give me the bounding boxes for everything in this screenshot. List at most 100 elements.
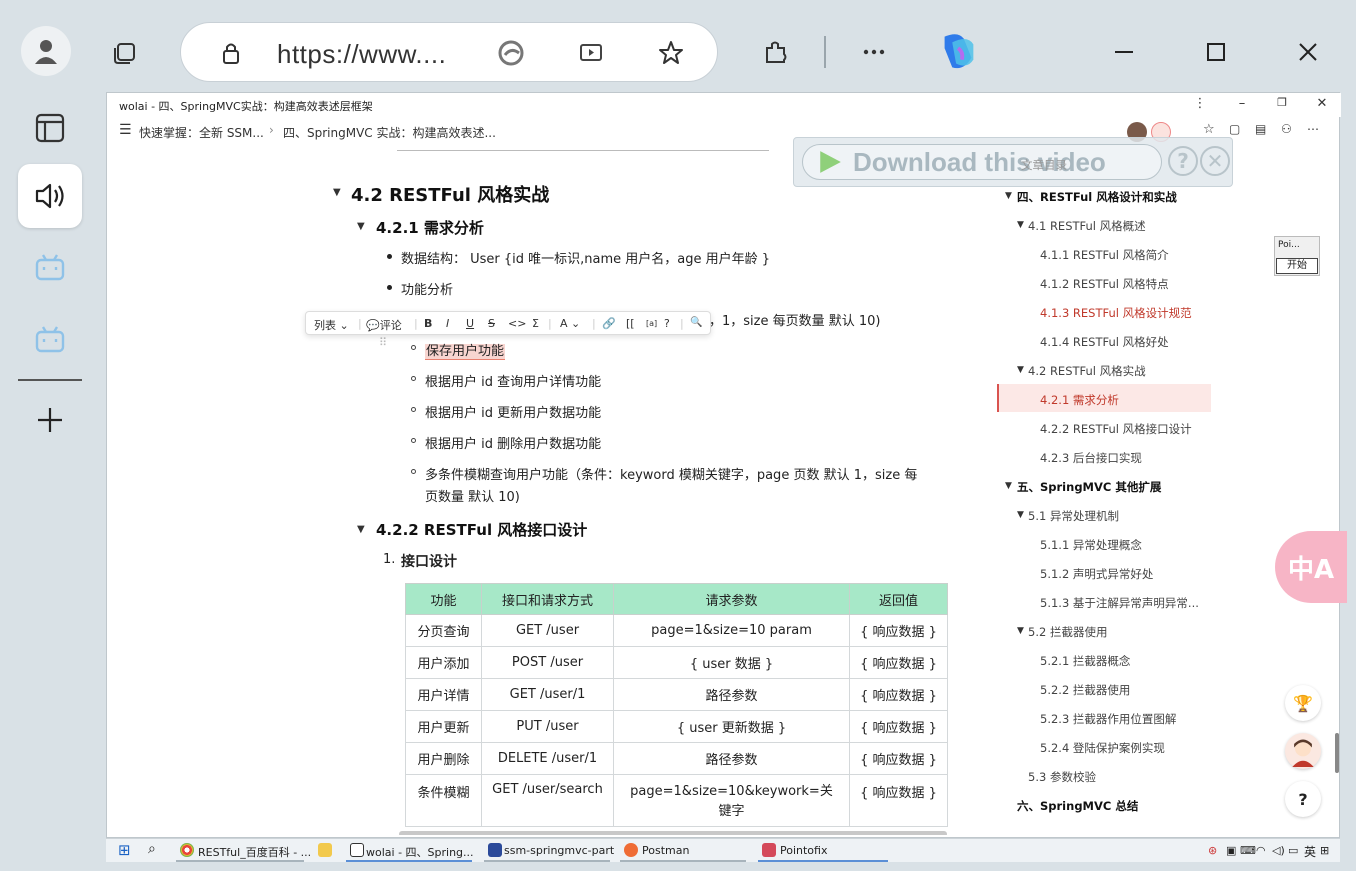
outline-item[interactable]: 5.2.2 拦截器使用 — [1040, 682, 1130, 698]
url-text[interactable]: https://www.... — [277, 39, 446, 70]
reference-button[interactable]: [[ — [626, 317, 635, 330]
outline-item[interactable]: 4.2.1 需求分析 — [1040, 392, 1119, 408]
outline-item[interactable]: 5.1.1 异常处理概念 — [1040, 537, 1142, 553]
table-cell[interactable]: GET /user — [481, 614, 614, 647]
collapse-caret-icon[interactable]: ▼ — [1005, 191, 1012, 201]
drag-handle-icon[interactable]: ⠿ — [379, 336, 387, 349]
outline-item[interactable]: 4.2 RESTFul 风格实战 — [1028, 363, 1146, 379]
font-color-button[interactable]: A ⌄ — [560, 317, 580, 330]
collapse-caret-icon[interactable]: ▼ — [1017, 510, 1024, 520]
copilot-icon[interactable] — [934, 28, 982, 76]
outline-item[interactable]: 4.1.3 RESTFul 风格设计规范 — [1040, 305, 1192, 321]
taskbar-item[interactable]: ssm-springmvc-part — [504, 844, 614, 857]
tray-screen-icon[interactable]: ▣ — [1226, 844, 1236, 857]
collapse-caret-icon[interactable]: ▼ — [1005, 481, 1012, 491]
taskbar-item[interactable]: RESTful_百度百科 - ... — [198, 844, 311, 860]
more-icon[interactable]: ⋯ — [1307, 122, 1319, 136]
tray-app-icon[interactable]: ⊛ — [1208, 844, 1217, 857]
taskbar-item[interactable]: Pointofix — [780, 844, 827, 857]
table-cell[interactable]: 路径参数 — [613, 678, 850, 711]
edge-icon[interactable] — [493, 35, 529, 71]
star-icon[interactable]: ☆ — [1203, 122, 1215, 137]
video-assistant-icon[interactable] — [573, 35, 609, 71]
input-language[interactable]: 英 — [1304, 843, 1316, 860]
table-cell[interactable]: 条件模糊 — [405, 774, 482, 827]
menu-icon[interactable]: ☰ — [119, 122, 132, 138]
outline-item[interactable]: 4.1 RESTFul 风格概述 — [1028, 218, 1146, 234]
outline-item[interactable]: 5.1.2 声明式异常好处 — [1040, 566, 1153, 582]
search-icon[interactable]: ⌕ — [148, 841, 156, 857]
table-cell[interactable]: GET /user/1 — [481, 678, 614, 711]
formula-button[interactable]: Σ — [532, 317, 539, 330]
italic-button[interactable]: I — [446, 317, 449, 330]
table-cell[interactable]: 用户删除 — [405, 742, 482, 775]
more-icon[interactable] — [856, 34, 892, 70]
translate-button[interactable]: 中A — [1275, 531, 1347, 603]
help-icon[interactable]: ? — [1168, 146, 1198, 176]
inner-minimize-icon[interactable]: – — [1233, 96, 1251, 111]
table-cell[interactable]: { 响应数据 } — [849, 742, 948, 775]
collapse-caret-icon[interactable]: ▼ — [1017, 626, 1024, 636]
table-cell[interactable]: 分页查询 — [405, 614, 482, 647]
collapse-caret-icon[interactable]: ▼ — [357, 221, 365, 232]
speaker-icon[interactable] — [18, 164, 82, 228]
comment-button[interactable]: 💬评论 — [366, 317, 402, 333]
help-icon[interactable]: ? — [664, 317, 670, 330]
table-cell[interactable]: page=1&size=10 param — [613, 614, 850, 647]
inner-more-icon[interactable]: ⋮ — [1191, 96, 1209, 111]
code-button[interactable]: <> — [508, 317, 526, 330]
profile-avatar[interactable] — [21, 26, 71, 76]
highlighted-text[interactable]: 保存用户功能 — [425, 344, 506, 360]
outline-item[interactable]: 5.1.3 基于注解异常声明异常... — [1040, 595, 1199, 611]
search-icon[interactable]: 🔍 — [690, 317, 702, 328]
outline-item[interactable]: 5.2 拦截器使用 — [1028, 624, 1107, 640]
collapse-caret-icon[interactable]: ▼ — [357, 524, 365, 535]
minimize-icon[interactable] — [1106, 34, 1142, 70]
taskbar-item[interactable]: wolai - 四、Spring... — [366, 844, 474, 860]
chat-icon[interactable]: ▢ — [1229, 122, 1240, 136]
table-cell[interactable]: { 响应数据 } — [849, 614, 948, 647]
add-icon[interactable] — [18, 388, 82, 452]
inner-close-icon[interactable]: ✕ — [1313, 96, 1331, 111]
trophy-icon[interactable]: 🏆 — [1285, 685, 1321, 721]
table-cell[interactable]: 路径参数 — [613, 742, 850, 775]
outline-item[interactable]: 4.2.3 后台接口实现 — [1040, 450, 1142, 466]
table-cell[interactable]: 用户详情 — [405, 678, 482, 711]
strikethrough-button[interactable]: S — [488, 317, 495, 330]
help-icon[interactable]: ? — [1285, 781, 1321, 817]
bilibili-icon[interactable] — [18, 236, 82, 300]
table-cell[interactable]: { 响应数据 } — [849, 774, 948, 827]
table-cell[interactable]: DELETE /user/1 — [481, 742, 614, 775]
horizontal-scrollbar[interactable] — [399, 831, 947, 835]
outline-item[interactable]: 5.3 参数校验 — [1028, 769, 1096, 785]
outline-item[interactable]: 4.1.4 RESTFul 风格好处 — [1040, 334, 1169, 350]
table-cell[interactable]: { user 更新数据 } — [613, 710, 850, 743]
folder-icon[interactable] — [318, 843, 332, 857]
outline-item[interactable]: 四、RESTFul 风格设计和实战 — [1017, 189, 1177, 205]
table-cell[interactable]: { 响应数据 } — [849, 646, 948, 679]
outline-item[interactable]: 5.2.3 拦截器作用位置图解 — [1040, 711, 1176, 727]
table-cell[interactable]: { 响应数据 } — [849, 678, 948, 711]
outline-item[interactable]: 六、SpringMVC 总结 — [1017, 798, 1138, 814]
maximize-icon[interactable] — [1198, 34, 1234, 70]
underline-button[interactable]: U — [466, 317, 474, 330]
collapse-caret-icon[interactable]: ▼ — [333, 187, 341, 198]
comment-icon[interactable]: ▤ — [1255, 122, 1266, 136]
tray-volume-icon[interactable]: ◁) — [1272, 844, 1285, 857]
outline-item[interactable]: 5.1 异常处理机制 — [1028, 508, 1119, 524]
address-bar[interactable]: https://www.... — [180, 22, 718, 82]
footnote-button[interactable]: [a] — [646, 319, 657, 328]
outline-item[interactable]: 5.2.1 拦截器概念 — [1040, 653, 1130, 669]
favorite-star-icon[interactable] — [653, 35, 689, 71]
tray-keyboard-icon[interactable]: ⊞ — [1320, 844, 1329, 857]
tray-battery-icon[interactable]: ▭ — [1288, 844, 1298, 857]
bold-button[interactable]: B — [424, 317, 432, 330]
close-icon[interactable] — [1290, 34, 1326, 70]
breadcrumb-item[interactable]: 四、SpringMVC 实战：构建高效表述... — [283, 124, 496, 141]
table-cell[interactable]: POST /user — [481, 646, 614, 679]
inner-restore-icon[interactable]: ❐ — [1273, 96, 1291, 109]
outline-item[interactable]: 4.2.2 RESTFul 风格接口设计 — [1040, 421, 1192, 437]
windows-start-icon[interactable]: ⊞ — [118, 841, 131, 859]
outline-item[interactable]: 5.2.4 登陆保护案例实现 — [1040, 740, 1165, 756]
close-icon[interactable]: ✕ — [1200, 146, 1230, 176]
